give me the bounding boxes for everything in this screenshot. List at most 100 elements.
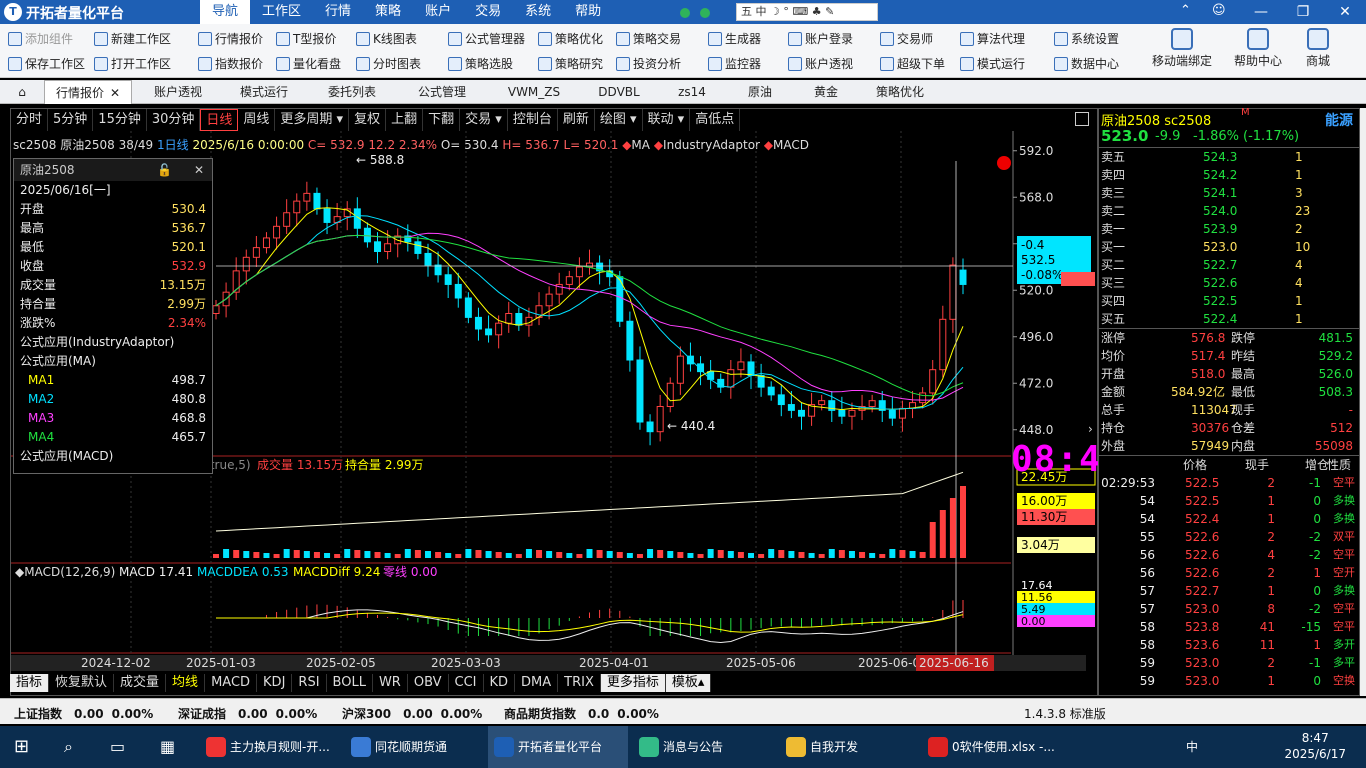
indicator-tab[interactable]: DMA — [515, 674, 559, 692]
index-quote[interactable]: 上证指数 0.00 0.00% — [14, 705, 153, 722]
system-clock[interactable]: 8:47 2025/6/17 — [1284, 730, 1346, 762]
period-tab[interactable]: 更多周期 ▾ — [275, 109, 350, 131]
workspace-tab[interactable]: VWM_ZS — [490, 80, 578, 104]
maximize-icon[interactable] — [1075, 112, 1089, 126]
indicator-tab[interactable]: KD — [484, 674, 516, 692]
period-tab[interactable]: 高低点 — [690, 109, 741, 131]
toolbar-button[interactable]: 量化看盘 — [276, 55, 341, 72]
toolbar-button[interactable]: 监控器 — [708, 55, 761, 72]
toolbar-button[interactable]: 策略交易 — [616, 30, 681, 47]
toolbar-button[interactable]: 超级下单 — [880, 55, 945, 72]
toolbar-button[interactable]: 保存工作区 — [8, 55, 85, 72]
workspace-tab[interactable]: zs14 — [660, 80, 724, 104]
workspace-tab[interactable]: 委托列表 — [310, 80, 394, 104]
menu-7[interactable]: 帮助 — [563, 0, 613, 24]
toolbar-button[interactable]: 数据中心 — [1054, 55, 1119, 72]
indicator-tab[interactable]: KDJ — [257, 674, 293, 692]
workspace-tab[interactable]: 行情报价 ✕ — [44, 80, 132, 104]
period-tab[interactable]: 15分钟 — [93, 109, 147, 131]
period-tab[interactable]: 5分钟 — [48, 109, 94, 131]
task-view-icon[interactable]: ▭ — [110, 726, 125, 768]
period-tab[interactable]: 联动 ▾ — [643, 109, 691, 131]
taskbar-app[interactable]: 消息与公告 — [633, 726, 773, 768]
taskbar-app[interactable]: 自我开发 — [780, 726, 920, 768]
indicator-tab[interactable]: OBV — [408, 674, 449, 692]
menu-4[interactable]: 账户 — [413, 0, 463, 24]
indicator-tab[interactable]: 成交量 — [114, 674, 167, 692]
workspace-tab[interactable]: 黄金 — [796, 80, 856, 104]
indicator-tab[interactable]: MACD — [205, 674, 258, 692]
menu-6[interactable]: 系统 — [513, 0, 563, 24]
toolbar-button[interactable]: 打开工作区 — [94, 55, 171, 72]
period-tab[interactable]: 复权 — [349, 109, 387, 131]
period-tab[interactable]: 周线 — [238, 109, 276, 131]
workspace-tab[interactable]: 策略优化 — [862, 80, 938, 104]
taskbar-app[interactable]: 主力换月规则-开... — [200, 726, 340, 768]
workspace-tab[interactable]: 公式管理 — [400, 80, 484, 104]
toolbar-button[interactable]: 生成器 — [708, 30, 761, 47]
menu-1[interactable]: 工作区 — [250, 0, 313, 24]
workspace-tab[interactable]: DDVBL — [584, 80, 654, 104]
toolbar-button[interactable]: 算法代理 — [960, 30, 1025, 47]
toolbar-button[interactable]: 公式管理器 — [448, 30, 525, 47]
home-icon[interactable]: ⌂ — [10, 80, 34, 104]
chevron-up-icon[interactable]: ⌃ — [1180, 3, 1191, 18]
toolbar-button[interactable]: 投资分析 — [616, 55, 681, 72]
period-tab[interactable]: 刷新 — [558, 109, 595, 131]
toolbar-big-button[interactable]: 帮助中心 — [1234, 28, 1282, 69]
toolbar-button[interactable]: 账户登录 — [788, 30, 853, 47]
toolbar-button[interactable]: 添加组件 — [8, 30, 73, 47]
index-quote[interactable]: 商品期货指数 0.0 0.00% — [504, 705, 659, 722]
calculator-icon[interactable]: ▦ — [160, 726, 175, 768]
toolbar-button[interactable]: T型报价 — [276, 30, 336, 47]
close-tab-icon[interactable]: ✕ — [110, 86, 120, 100]
ime-indicator[interactable]: 中 — [1186, 726, 1198, 768]
period-tab[interactable]: 日线 — [200, 109, 239, 131]
period-tab[interactable]: 绘图 ▾ — [595, 109, 643, 131]
scrollbar[interactable] — [1360, 108, 1366, 696]
workspace-tab[interactable]: 模式运行 — [224, 80, 304, 104]
windows-start-icon[interactable]: ⊞ — [14, 726, 29, 768]
taskbar-app[interactable]: 开拓者量化平台 — [488, 726, 628, 768]
search-icon[interactable]: ⌕ — [64, 726, 73, 768]
toolbar-button[interactable]: 行情报价 — [198, 30, 263, 47]
indicator-tab[interactable]: RSI — [292, 674, 327, 692]
chevron-right-icon[interactable]: › — [1088, 422, 1093, 436]
workspace-tab[interactable]: 原油 — [730, 80, 790, 104]
period-tab[interactable]: 下翻 — [423, 109, 461, 131]
minimize-icon[interactable]: — — [1240, 0, 1282, 24]
taskbar-app[interactable]: 0软件使用.xlsx -... — [922, 726, 1062, 768]
period-tab[interactable]: 分时 — [11, 109, 49, 131]
menu-2[interactable]: 行情 — [313, 0, 363, 24]
menu-0[interactable]: 导航 — [200, 0, 251, 24]
indicator-tab[interactable]: CCI — [449, 674, 484, 692]
index-quote[interactable]: 深证成指 0.00 0.00% — [178, 705, 317, 722]
indicator-tab[interactable]: 模板▴ — [665, 674, 712, 692]
toolbar-button[interactable]: 策略研究 — [538, 55, 603, 72]
lock-icon[interactable]: 🔓 — [157, 159, 172, 181]
indicator-tab[interactable]: 指标 — [10, 674, 50, 692]
toolbar-big-button[interactable]: 商城 — [1306, 28, 1330, 69]
alert-icon[interactable] — [997, 156, 1011, 170]
period-tab[interactable]: 30分钟 — [147, 109, 201, 131]
toolbar-button[interactable]: 系统设置 — [1054, 30, 1119, 47]
toolbar-button[interactable]: 交易师 — [880, 30, 933, 47]
toolbar-big-button[interactable]: 移动端绑定 — [1152, 28, 1212, 69]
user-icon[interactable]: ☺ — [1212, 3, 1226, 18]
toolbar-button[interactable]: 模式运行 — [960, 55, 1025, 72]
indicator-tab[interactable]: WR — [373, 674, 408, 692]
toolbar-button[interactable]: 策略选股 — [448, 55, 513, 72]
restore-icon[interactable]: ❐ — [1282, 0, 1324, 24]
close-icon[interactable]: ✕ — [194, 159, 204, 181]
taskbar-app[interactable]: 同花顺期货通 — [345, 726, 485, 768]
indicator-tab[interactable]: 均线 — [166, 674, 206, 692]
indicator-tab[interactable]: 更多指标 — [600, 674, 666, 692]
workspace-tab[interactable]: 账户透视 — [138, 80, 218, 104]
toolbar-button[interactable]: 指数报价 — [198, 55, 263, 72]
period-tab[interactable]: 控制台 — [508, 109, 558, 131]
indicator-tab[interactable]: 恢复默认 — [49, 674, 115, 692]
menu-5[interactable]: 交易 — [463, 0, 513, 24]
ime-toolbar[interactable]: 五 中 ☽ ° ⌨ ♣ ✎ — [736, 3, 878, 21]
close-icon[interactable]: ✕ — [1324, 0, 1366, 24]
menu-3[interactable]: 策略 — [363, 0, 413, 24]
